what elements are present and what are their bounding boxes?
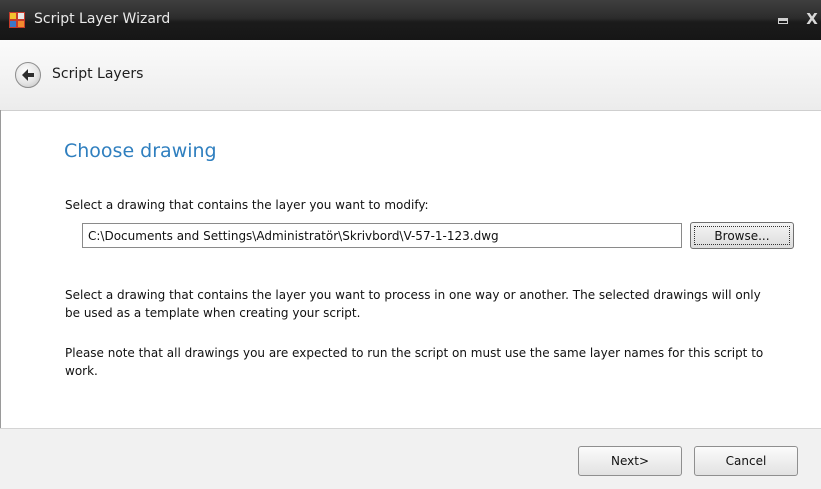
window-title: Script Layer Wizard	[34, 11, 171, 27]
wizard-window: Script Layer Wizard X Script Layers Choo…	[0, 0, 821, 489]
back-button[interactable]	[15, 62, 41, 88]
breadcrumb-title: Script Layers	[52, 66, 144, 82]
note-paragraph: Please note that all drawings you are ex…	[65, 346, 764, 378]
next-button[interactable]: Next>	[578, 446, 682, 476]
select-drawing-label: Select a drawing that contains the layer…	[65, 198, 429, 212]
page-title: Choose drawing	[64, 140, 217, 162]
minimize-icon[interactable]	[773, 12, 793, 24]
drawing-path-input[interactable]	[82, 223, 682, 248]
browse-button-label: Browse...	[714, 228, 770, 243]
navigation-bar: Script Layers	[0, 40, 821, 111]
app-icon	[9, 12, 25, 28]
back-arrow-icon	[22, 69, 34, 81]
cancel-button[interactable]: Cancel	[694, 446, 798, 476]
description-paragraph: Select a drawing that contains the layer…	[65, 288, 761, 320]
browse-button[interactable]: Browse...	[690, 222, 794, 249]
title-bar[interactable]: Script Layer Wizard X	[0, 0, 821, 40]
close-button[interactable]: X	[802, 10, 821, 28]
